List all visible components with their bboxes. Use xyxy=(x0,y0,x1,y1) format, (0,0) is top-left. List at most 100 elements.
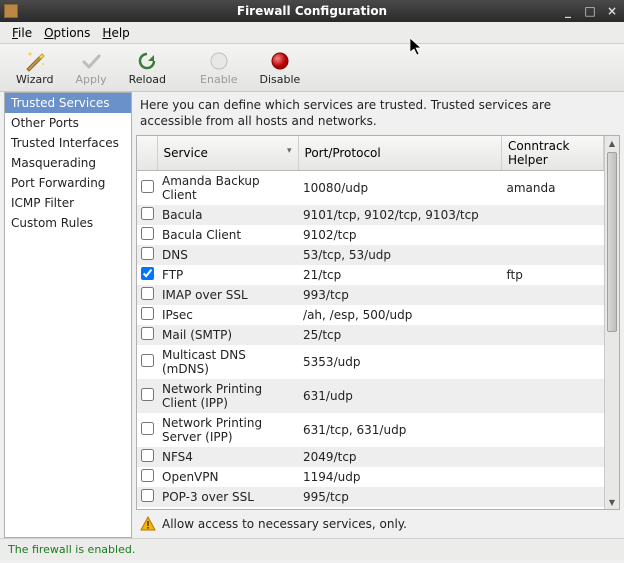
service-conntrack xyxy=(502,285,604,305)
service-name: Amanda Backup Client xyxy=(157,171,298,206)
app-icon xyxy=(4,4,18,18)
table-row[interactable]: FTP21/tcpftp xyxy=(137,265,604,285)
service-port: 2049/tcp xyxy=(298,447,501,467)
service-port: 5353/udp xyxy=(298,345,501,379)
reload-icon xyxy=(136,50,158,72)
scroll-thumb[interactable] xyxy=(607,152,617,332)
service-checkbox[interactable] xyxy=(141,449,154,462)
service-port: /ah, /esp, 500/udp xyxy=(298,305,501,325)
scroll-up-icon[interactable]: ▲ xyxy=(605,136,619,150)
wizard-label: Wizard xyxy=(16,73,54,86)
sidebar-item-trusted-services[interactable]: Trusted Services xyxy=(5,93,131,113)
service-port: 21/tcp xyxy=(298,265,501,285)
service-conntrack xyxy=(502,305,604,325)
intro-text: Here you can define which services are t… xyxy=(136,96,620,135)
wizard-button[interactable]: Wizard xyxy=(6,48,64,88)
table-row[interactable]: POP-3 over SSL995/tcp xyxy=(137,487,604,507)
sidebar: Trusted ServicesOther PortsTrusted Inter… xyxy=(4,92,132,538)
enable-label: Enable xyxy=(200,73,237,86)
sort-indicator-icon: ▾ xyxy=(287,146,292,156)
maximize-button[interactable]: □ xyxy=(582,3,598,19)
apply-button: Apply xyxy=(66,48,117,88)
service-port: 9101/tcp, 9102/tcp, 9103/tcp xyxy=(298,205,501,225)
service-name: Multicast DNS (mDNS) xyxy=(157,345,298,379)
service-name: POP-3 over SSL xyxy=(157,487,298,507)
column-header-checkbox[interactable] xyxy=(137,136,157,171)
service-checkbox[interactable] xyxy=(141,469,154,482)
service-checkbox[interactable] xyxy=(141,180,154,193)
disable-icon xyxy=(269,50,291,72)
service-conntrack: amanda xyxy=(502,171,604,206)
service-checkbox[interactable] xyxy=(141,422,154,435)
sidebar-item-trusted-interfaces[interactable]: Trusted Interfaces xyxy=(5,133,131,153)
menu-file[interactable]: File xyxy=(6,24,38,42)
services-table: Service▾ Port/Protocol Conntrack Helper … xyxy=(136,135,620,510)
service-conntrack xyxy=(502,225,604,245)
menubar: File Options Help xyxy=(0,22,624,44)
minimize-button[interactable]: _ xyxy=(560,3,576,19)
table-row[interactable]: Amanda Backup Client10080/udpamanda xyxy=(137,171,604,206)
service-conntrack xyxy=(502,507,604,509)
service-conntrack xyxy=(502,379,604,413)
menu-help[interactable]: Help xyxy=(96,24,135,42)
service-port: 10080/udp xyxy=(298,171,501,206)
service-checkbox[interactable] xyxy=(141,227,154,240)
sidebar-item-port-forwarding[interactable]: Port Forwarding xyxy=(5,173,131,193)
disable-label: Disable xyxy=(260,73,301,86)
vertical-scrollbar[interactable]: ▲ ▼ xyxy=(604,136,619,509)
table-row[interactable]: Network Printing Server (IPP)631/tcp, 63… xyxy=(137,413,604,447)
sidebar-item-masquerading[interactable]: Masquerading xyxy=(5,153,131,173)
service-conntrack xyxy=(502,487,604,507)
column-header-port[interactable]: Port/Protocol xyxy=(298,136,501,171)
service-checkbox[interactable] xyxy=(141,207,154,220)
close-button[interactable]: × xyxy=(604,3,620,19)
table-row[interactable]: DNS53/tcp, 53/udp xyxy=(137,245,604,265)
service-port: 1194/udp xyxy=(298,467,501,487)
table-row[interactable]: Bacula Client9102/tcp xyxy=(137,225,604,245)
table-row[interactable]: OpenVPN1194/udp xyxy=(137,467,604,487)
column-header-conntrack[interactable]: Conntrack Helper xyxy=(502,136,604,171)
service-conntrack xyxy=(502,205,604,225)
titlebar: Firewall Configuration _ □ × xyxy=(0,0,624,22)
scroll-down-icon[interactable]: ▼ xyxy=(605,495,619,509)
service-port: 631/udp xyxy=(298,379,501,413)
apply-label: Apply xyxy=(76,73,107,86)
service-checkbox[interactable] xyxy=(141,327,154,340)
service-checkbox[interactable] xyxy=(141,307,154,320)
sidebar-item-custom-rules[interactable]: Custom Rules xyxy=(5,213,131,233)
service-name: DNS xyxy=(157,245,298,265)
service-name: Network Printing Server (IPP) xyxy=(157,413,298,447)
sidebar-item-icmp-filter[interactable]: ICMP Filter xyxy=(5,193,131,213)
service-port: 9102/tcp xyxy=(298,225,501,245)
table-row[interactable]: Multicast DNS (mDNS)5353/udp xyxy=(137,345,604,379)
table-row[interactable]: Network Printing Client (IPP)631/udp xyxy=(137,379,604,413)
reload-label: Reload xyxy=(129,73,166,86)
table-row[interactable]: Mail (SMTP)25/tcp xyxy=(137,325,604,345)
menu-options[interactable]: Options xyxy=(38,24,96,42)
service-conntrack xyxy=(502,245,604,265)
toolbar: Wizard Apply Reload Enable Disable xyxy=(0,44,624,92)
hint-text: Allow access to necessary services, only… xyxy=(162,517,407,531)
service-name: Bacula xyxy=(157,205,298,225)
service-checkbox[interactable] xyxy=(141,287,154,300)
table-row[interactable]: IMAP over SSL993/tcp xyxy=(137,285,604,305)
service-port: 53/tcp, 53/udp xyxy=(298,245,501,265)
table-row[interactable]: NFS42049/tcp xyxy=(137,447,604,467)
reload-button[interactable]: Reload xyxy=(119,48,176,88)
table-row[interactable]: IPsec/ah, /esp, 500/udp xyxy=(137,305,604,325)
column-header-service[interactable]: Service▾ xyxy=(157,136,298,171)
window-title: Firewall Configuration xyxy=(0,4,624,18)
disable-button[interactable]: Disable xyxy=(250,48,311,88)
service-checkbox[interactable] xyxy=(141,388,154,401)
sidebar-item-other-ports[interactable]: Other Ports xyxy=(5,113,131,133)
table-row[interactable]: Bacula9101/tcp, 9102/tcp, 9103/tcp xyxy=(137,205,604,225)
service-port: 631/tcp, 631/udp xyxy=(298,413,501,447)
service-checkbox[interactable] xyxy=(141,489,154,502)
service-port: 25/tcp xyxy=(298,325,501,345)
service-checkbox[interactable] xyxy=(141,247,154,260)
table-row[interactable]: RADIUS1812/udp, 1813/udp xyxy=(137,507,604,509)
service-checkbox[interactable] xyxy=(141,267,154,280)
service-port: 1812/udp, 1813/udp xyxy=(298,507,501,509)
service-checkbox[interactable] xyxy=(141,354,154,367)
service-name: RADIUS xyxy=(157,507,298,509)
